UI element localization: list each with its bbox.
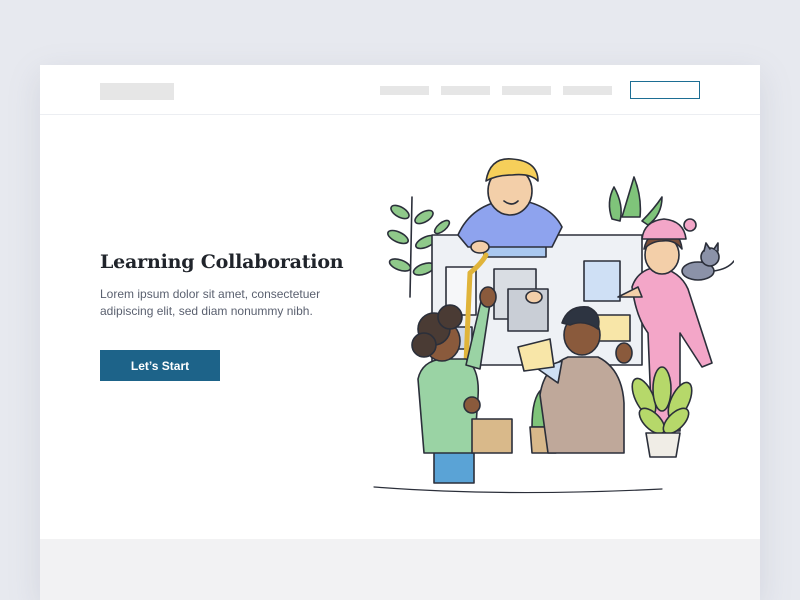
lets-start-button[interactable]: Let’s Start [100,350,220,381]
nav-link-3[interactable] [502,86,551,95]
back-plant-illustration [608,176,663,226]
landing-page: Learning Collaboration Lorem ipsum dolor… [40,65,760,600]
nav-link-2[interactable] [441,86,490,95]
cardboard-box-illustration [471,418,513,454]
logo-placeholder[interactable] [100,83,174,100]
nav-link-1[interactable] [380,86,429,95]
hero-title: Learning Collaboration [100,251,344,273]
footer-section [40,539,760,600]
cat-illustration [681,242,734,281]
navbar [40,65,760,115]
nav-link-4[interactable] [563,86,612,95]
nav-cta-button[interactable] [630,81,700,99]
team-collaboration-illustration [373,158,734,494]
hero-description: Lorem ipsum dolor sit amet, consectetuer… [100,287,321,318]
